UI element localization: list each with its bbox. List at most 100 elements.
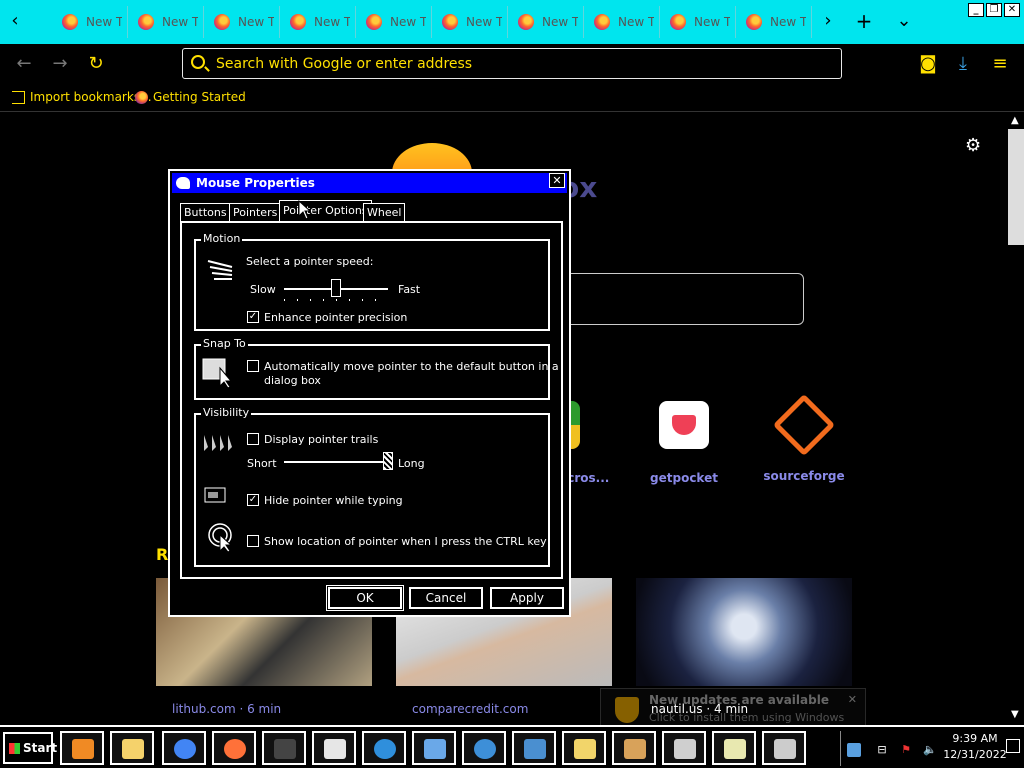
url-bar[interactable] <box>182 48 842 79</box>
visibility-group: Visibility Display pointer trails Short … <box>194 406 550 567</box>
shortcut-label: sourceforge <box>763 469 845 483</box>
dialog-close-button[interactable]: ✕ <box>549 173 565 188</box>
taskbar-mouse[interactable] <box>262 731 306 765</box>
taskbar-mouse-properties[interactable] <box>762 731 806 765</box>
taskbar-documents[interactable] <box>662 731 706 765</box>
firefox-icon <box>62 14 78 30</box>
windows-logo-icon <box>9 743 20 754</box>
tab-pointer-options[interactable]: Pointer Options <box>279 200 372 222</box>
taskbar-internet-globe[interactable] <box>362 731 406 765</box>
card-image-galaxy[interactable] <box>636 578 852 686</box>
solitaire-icon <box>324 739 346 759</box>
close-icon[interactable]: ✕ <box>848 693 857 706</box>
browser-tab[interactable]: New T <box>206 6 280 38</box>
card-source-nautilus[interactable]: nautil.us · 4 min <box>651 702 748 716</box>
system-clock[interactable]: 9:39 AM 12/31/2022 <box>940 731 1010 763</box>
display-icon <box>524 739 546 759</box>
speed-slider-ticks <box>284 299 388 301</box>
list-all-tabs-icon[interactable]: ⌄ <box>893 10 915 32</box>
tray-app-icon[interactable] <box>847 743 861 757</box>
card-source-lithub[interactable]: lithub.com · 6 min <box>172 702 281 716</box>
tab-label: New T <box>694 15 730 29</box>
tab-label: New T <box>390 15 426 29</box>
speed-slider-thumb[interactable] <box>331 279 341 297</box>
taskbar-display[interactable] <box>512 731 556 765</box>
scroll-tabs-left-icon[interactable]: ‹ <box>4 10 26 32</box>
network-icon[interactable]: ⊟ <box>875 743 889 757</box>
browser-tab[interactable]: New T <box>738 6 812 38</box>
tab-label: New T <box>618 15 654 29</box>
bookmark-label: Import bookmarks... <box>30 90 152 104</box>
tab-buttons[interactable]: Buttons <box>180 203 231 222</box>
card-source-comparecredit[interactable]: comparecredit.com <box>412 702 528 716</box>
taskbar-control-panel[interactable] <box>412 731 456 765</box>
navigation-bar: ← → ↻ ◙ ⤓ ≡ <box>0 44 1024 84</box>
enhance-precision-checkbox[interactable]: ✓ <box>247 311 259 323</box>
taskbar-firefox[interactable] <box>212 731 256 765</box>
hide-pointer-icon <box>204 487 226 503</box>
page-search-box[interactable] <box>560 273 804 325</box>
scrollbar-thumb[interactable] <box>1008 129 1024 245</box>
taskbar-network-globe[interactable] <box>462 731 506 765</box>
tab-wheel[interactable]: Wheel <box>363 203 406 222</box>
back-icon[interactable]: ← <box>12 52 36 76</box>
reload-icon[interactable]: ↻ <box>84 52 108 76</box>
close-window-button[interactable]: ✕ <box>1004 3 1020 17</box>
taskbar-folder-notes[interactable] <box>562 731 606 765</box>
bookmark-getting-started[interactable]: Getting Started <box>135 90 246 104</box>
new-tab-icon[interactable]: + <box>853 10 875 32</box>
taskbar-paint[interactable] <box>612 731 656 765</box>
taskbar-notepad[interactable] <box>712 731 756 765</box>
pointer-trails-checkbox[interactable] <box>247 433 259 445</box>
firefox-icon <box>138 14 154 30</box>
file-explorer-icon <box>122 739 144 759</box>
taskbar-file-explorer[interactable] <box>110 731 154 765</box>
show-desktop-icon[interactable] <box>1006 739 1020 753</box>
shortcut-sourceforge[interactable]: sourceforge <box>754 393 854 483</box>
tab-label: New T <box>238 15 274 29</box>
downloads-icon[interactable]: ⤓ <box>951 52 975 76</box>
bookmark-import[interactable]: Import bookmarks... <box>12 90 152 104</box>
browser-tab[interactable]: New T <box>510 6 584 38</box>
dialog-title: Mouse Properties <box>196 176 315 190</box>
snap-to-checkbox[interactable] <box>247 360 259 372</box>
browser-tab[interactable]: New T <box>662 6 736 38</box>
clock-time: 9:39 AM <box>952 732 998 745</box>
dialog-title-bar[interactable]: Mouse Properties <box>172 173 567 193</box>
action-center-icon[interactable]: ⚑ <box>899 743 913 757</box>
scroll-up-icon[interactable]: ▲ <box>1011 115 1019 126</box>
start-button[interactable]: Start <box>3 732 57 764</box>
ctrl-locate-checkbox[interactable] <box>247 535 259 547</box>
minimize-button[interactable]: _ <box>968 3 984 17</box>
taskbar-media-player[interactable] <box>60 731 104 765</box>
url-input[interactable] <box>216 54 816 74</box>
page-scrollbar[interactable]: ▲ ▼ <box>1008 113 1024 725</box>
browser-tab[interactable]: New T <box>586 6 660 38</box>
scroll-tabs-right-icon[interactable]: › <box>817 10 839 32</box>
maximize-button[interactable]: ❐ <box>986 3 1002 17</box>
taskbar-solitaire[interactable] <box>312 731 356 765</box>
apply-button[interactable]: Apply <box>490 587 564 609</box>
scroll-down-icon[interactable]: ▼ <box>1011 709 1019 720</box>
ok-button[interactable]: OK <box>326 585 404 611</box>
volume-icon[interactable]: 🔈 <box>923 743 937 757</box>
browser-tab[interactable]: New T <box>130 6 204 38</box>
start-label: Start <box>23 741 58 755</box>
browser-tab[interactable]: New T <box>358 6 432 38</box>
trail-slider-thumb[interactable] <box>383 452 393 470</box>
tab-pointers[interactable]: Pointers <box>229 203 282 222</box>
menu-icon[interactable]: ≡ <box>988 52 1012 76</box>
taskbar-chrome[interactable] <box>162 731 206 765</box>
forward-icon[interactable]: → <box>48 52 72 76</box>
shortcut-getpocket[interactable]: getpocket <box>634 401 734 485</box>
browser-tab[interactable]: New T <box>434 6 508 38</box>
browser-tab[interactable]: New T <box>282 6 356 38</box>
cancel-button[interactable]: Cancel <box>409 587 483 609</box>
hide-pointer-checkbox[interactable]: ✓ <box>247 494 259 506</box>
browser-tab[interactable]: New T <box>54 6 128 38</box>
trail-slider-track[interactable] <box>284 461 388 463</box>
gear-icon[interactable]: ⚙ <box>965 135 981 156</box>
pocket-icon[interactable]: ◙ <box>916 52 940 76</box>
documents-icon <box>674 739 696 759</box>
mouse-icon <box>274 739 296 759</box>
